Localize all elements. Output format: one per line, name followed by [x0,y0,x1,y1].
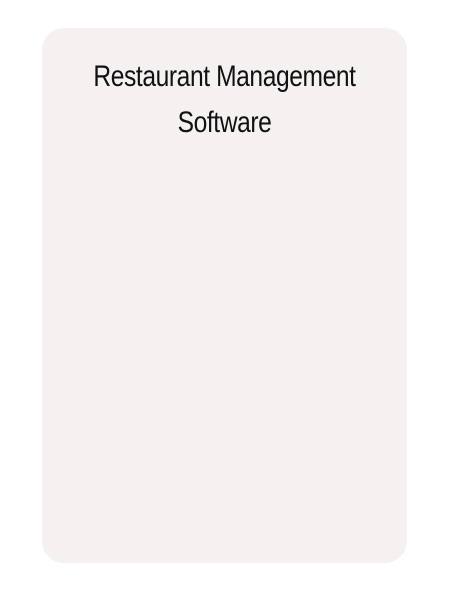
page: Restaurant Management Software [0,0,449,592]
card-title: Restaurant Management Software [75,54,374,146]
card-body [62,158,387,538]
info-card: Restaurant Management Software [42,28,407,563]
card-title-line-1: Restaurant Management [93,60,356,93]
card-title-line-2: Software [177,106,272,139]
